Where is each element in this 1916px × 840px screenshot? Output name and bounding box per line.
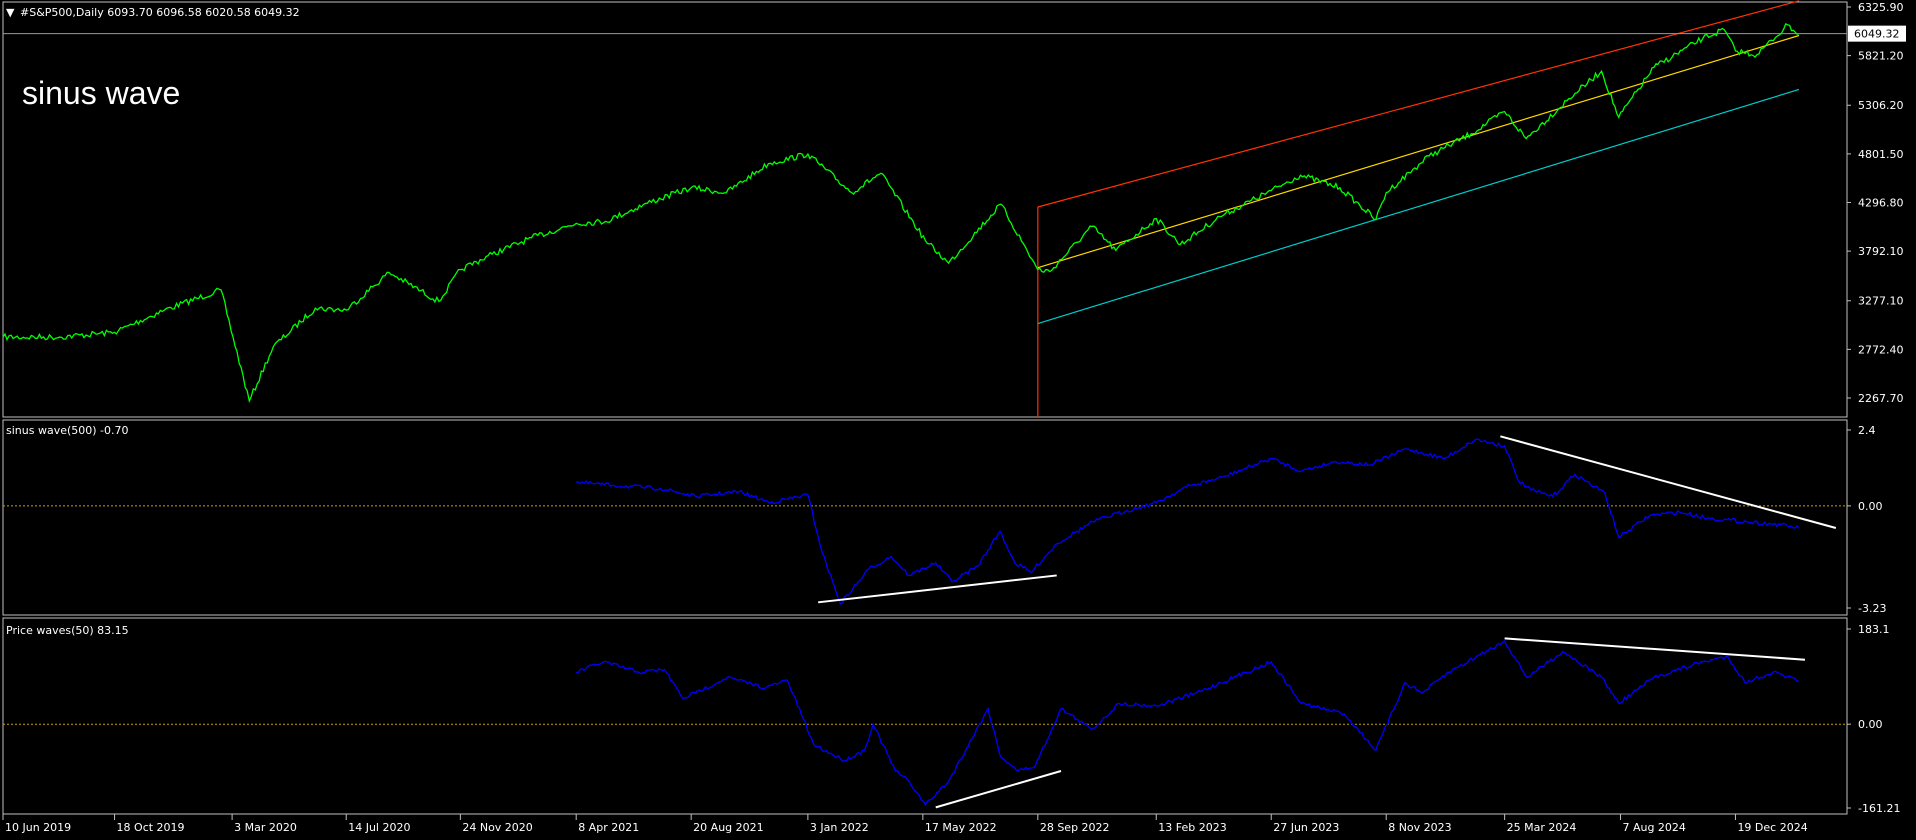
time-tick-label: 24 Nov 2020 [462, 821, 532, 834]
time-tick-label: 8 Nov 2023 [1388, 821, 1451, 834]
time-tick-label: 3 Jan 2022 [810, 821, 869, 834]
price-waves-ytick-label: -161.21 [1858, 802, 1900, 815]
time-tick-label: 20 Aug 2021 [693, 821, 763, 834]
time-tick-label: 7 Aug 2024 [1622, 821, 1685, 834]
time-tick-label: 13 Feb 2023 [1158, 821, 1226, 834]
price-ytick-label: 5306.20 [1858, 99, 1904, 112]
current-price-label: 6049.32 [1854, 28, 1900, 41]
chart-annotation: sinus wave [22, 75, 180, 111]
time-tick-label: 25 Mar 2024 [1507, 821, 1577, 834]
price-ytick-label: 3277.10 [1858, 295, 1904, 308]
symbol-dropdown-icon[interactable]: ▼ [6, 6, 15, 19]
price-ytick-label: 2772.40 [1858, 343, 1904, 356]
price-ytick-label: 4801.50 [1858, 148, 1904, 161]
time-tick-label: 8 Apr 2021 [578, 821, 639, 834]
price-waves-ytick-label: 0.00 [1858, 718, 1883, 731]
price-waves-title: Price waves(50) 83.15 [6, 624, 129, 637]
price-ytick-label: 6325.90 [1858, 1, 1904, 14]
sinus-wave-ytick-label: -3.23 [1858, 602, 1886, 615]
time-tick-label: 3 Mar 2020 [234, 821, 297, 834]
price-ytick-label: 4296.80 [1858, 197, 1904, 210]
time-tick-label: 28 Sep 2022 [1040, 821, 1110, 834]
price-ytick-label: 3792.10 [1858, 245, 1904, 258]
sinus-wave-title: sinus wave(500) -0.70 [6, 424, 129, 437]
time-tick-label: 10 Jun 2019 [5, 821, 71, 834]
time-tick-label: 17 May 2022 [925, 821, 997, 834]
sinus-wave-ytick-label: 0.00 [1858, 500, 1883, 513]
time-tick-label: 27 Jun 2023 [1273, 821, 1339, 834]
time-tick-label: 14 Jul 2020 [348, 821, 410, 834]
price-waves-ytick-label: 183.1 [1858, 623, 1890, 636]
time-tick-label: 19 Dec 2024 [1737, 821, 1807, 834]
chart-canvas: ▼ #S&P500,Daily 6093.70 6096.58 6020.58 … [0, 0, 1916, 840]
symbol-info: #S&P500,Daily 6093.70 6096.58 6020.58 60… [20, 6, 300, 19]
price-ytick-label: 2267.70 [1858, 392, 1904, 405]
price-ytick-label: 5821.20 [1858, 50, 1904, 63]
sinus-wave-ytick-label: 2.4 [1858, 424, 1876, 437]
time-tick-label: 18 Oct 2019 [117, 821, 185, 834]
